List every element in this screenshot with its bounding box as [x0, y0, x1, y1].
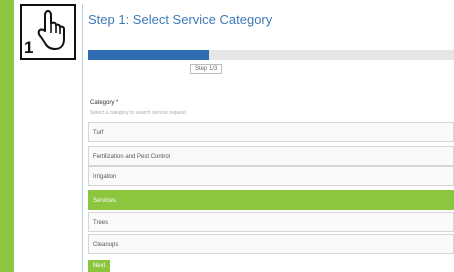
category-hint: Select a category to search service requ… — [90, 110, 186, 116]
category-option-services[interactable]: Services — [88, 190, 454, 210]
progress-bar — [88, 50, 454, 60]
option-label: Irrigation — [93, 174, 117, 180]
category-option-turf[interactable]: Turf — [88, 122, 454, 142]
step-badge: 1 — [20, 4, 76, 60]
option-label: Turf — [93, 130, 104, 136]
progress-label: Step 1/3 — [190, 64, 223, 74]
pointing-hand-icon — [37, 10, 65, 50]
category-option-cleanups[interactable]: Cleanups — [88, 234, 454, 254]
page-title: Step 1: Select Service Category — [88, 12, 273, 27]
progress-bar-fill — [88, 50, 209, 60]
next-button[interactable]: Next — [88, 260, 110, 272]
category-option-trees[interactable]: Trees — [88, 212, 454, 232]
option-label: Trees — [93, 220, 109, 226]
option-label: Services — [93, 198, 117, 204]
step-number: 1 — [24, 38, 34, 57]
option-label: Fertilization and Pest Control — [93, 154, 171, 160]
category-label: Category * — [90, 100, 119, 106]
option-label: Cleanups — [93, 242, 119, 248]
category-option-irrigation[interactable]: Irrigation — [88, 166, 454, 186]
category-option-fertilization[interactable]: Fertilization and Pest Control — [88, 146, 454, 166]
left-accent-bar — [0, 0, 14, 272]
